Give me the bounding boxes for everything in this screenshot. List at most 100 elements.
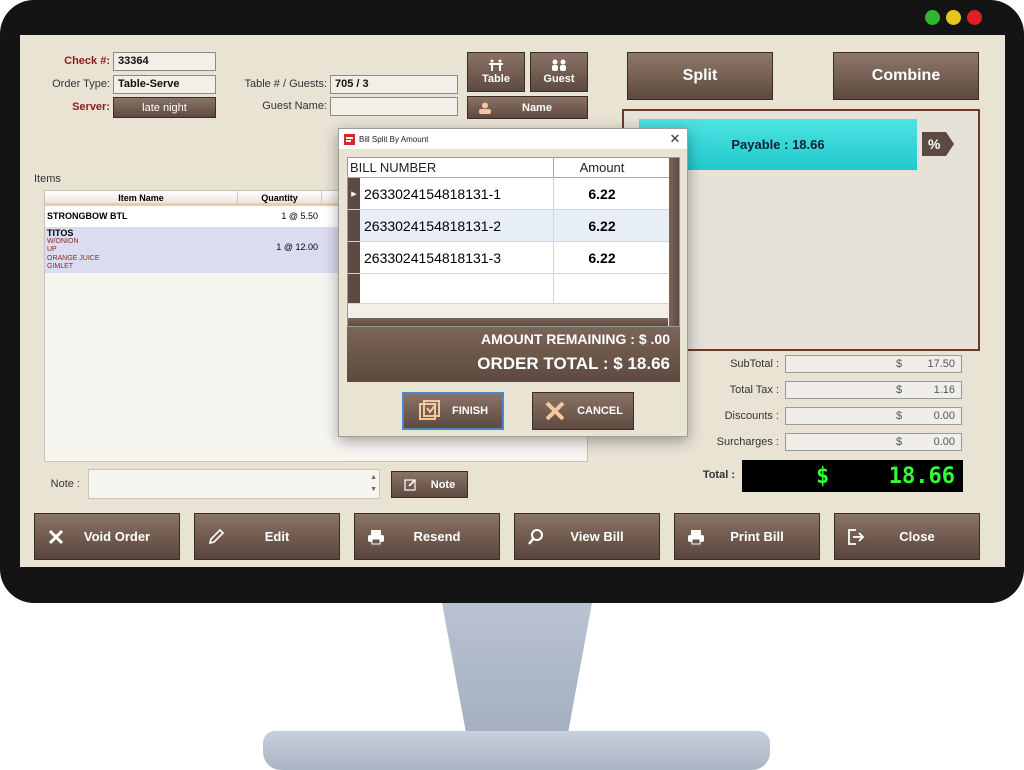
order-total: ORDER TOTAL : $ 18.66 <box>477 354 670 373</box>
view-bill-button[interactable]: View Bill <box>514 513 660 560</box>
surcharges-value: 0.00 <box>933 436 955 448</box>
checkbox-icon <box>418 399 442 423</box>
cancel-button[interactable]: CANCEL <box>532 392 634 430</box>
green-dot <box>925 10 940 25</box>
bill-number: 2633024154818131-2 <box>360 210 554 241</box>
note-button[interactable]: Note <box>391 471 468 498</box>
total-label: Total : <box>702 469 735 481</box>
app-icon <box>344 133 355 145</box>
order-type-label: Order Type: <box>52 78 110 90</box>
guest-button-label: Guest <box>543 73 575 85</box>
subtotal-field: $17.50 <box>785 355 962 373</box>
print-bill-label: Print Bill <box>730 529 784 544</box>
guest-name-field[interactable] <box>330 97 458 116</box>
item-name: STRONGBOW BTL <box>47 211 128 221</box>
desktop-stage: Check #: 33364 Order Type: Table-Serve S… <box>0 0 1024 770</box>
subtotal-label: SubTotal : <box>730 358 779 370</box>
row-selector <box>348 242 360 273</box>
currency-sign: $ <box>896 436 903 448</box>
bill-amount[interactable]: 6.22 <box>554 178 650 209</box>
check-field: 33364 <box>113 52 216 71</box>
split-button[interactable]: Split <box>627 52 773 100</box>
server-button[interactable]: late night <box>113 97 216 118</box>
tax-field: $1.16 <box>785 381 962 399</box>
grid-hscrollbar[interactable] <box>348 318 668 326</box>
edit-button[interactable]: Edit <box>194 513 340 560</box>
grid-header: BILL NUMBER Amount <box>348 158 679 178</box>
item-qty: 1 @ 12.00 <box>276 242 318 252</box>
cancel-label: CANCEL <box>577 405 623 417</box>
col-item-name: Item Name <box>45 191 238 203</box>
x-icon <box>47 528 65 546</box>
item-qty: 1 @ 5.50 <box>281 211 318 221</box>
window-dots <box>925 10 982 25</box>
note-button-label: Note <box>430 478 456 491</box>
bill-row[interactable]: 2633024154818131-3 6.22 <box>348 242 679 274</box>
note-input[interactable]: ▲ ▼ <box>88 469 380 499</box>
percent-icon: % <box>928 136 941 152</box>
note-edit-icon <box>404 478 417 491</box>
bill-amount[interactable]: 6.22 <box>554 210 650 241</box>
print-bill-button[interactable]: Print Bill <box>674 513 820 560</box>
bill-amount[interactable]: 6.22 <box>554 242 650 273</box>
note-label: Note : <box>50 478 80 490</box>
col-amount: Amount <box>579 160 625 175</box>
check-label: Check #: <box>64 55 110 67</box>
bill-row[interactable]: ▶ 2633024154818131-1 6.22 <box>348 178 679 210</box>
col-quantity: Quantity <box>238 191 322 203</box>
guest-name-label: Guest Name: <box>262 100 327 112</box>
bill-split-dialog: Bill Split By Amount ✕ BILL NUMBER Amoun… <box>338 128 688 437</box>
currency-sign: $ <box>896 410 903 422</box>
name-button[interactable]: Name <box>467 96 588 119</box>
view-bill-label: View Bill <box>570 529 624 544</box>
dialog-titlebar: Bill Split By Amount ✕ <box>339 129 687 149</box>
table-button[interactable]: Table <box>467 52 525 92</box>
currency-sign: $ <box>896 358 903 370</box>
note-scroll-arrows[interactable]: ▲ ▼ <box>370 472 377 496</box>
empty-row <box>348 274 679 304</box>
grid-scrollbar[interactable] <box>669 158 679 326</box>
item-modifier: UP <box>47 246 57 253</box>
col-bill-number: BILL NUMBER <box>348 158 554 177</box>
subtotal-value: 17.50 <box>927 358 955 370</box>
order-type-field: Table-Serve <box>113 75 216 94</box>
row-selector <box>348 274 360 303</box>
tax-row: Total Tax : $1.16 <box>685 381 962 399</box>
surcharges-label: Surcharges : <box>716 436 779 448</box>
bill-row[interactable]: 2633024154818131-2 6.22 <box>348 210 679 242</box>
red-dot <box>967 10 982 25</box>
resend-button[interactable]: Resend <box>354 513 500 560</box>
discount-tag-button[interactable]: % <box>922 132 954 156</box>
bill-number: 2633024154818131-1 <box>360 178 554 209</box>
item-modifier: W/ONION <box>47 237 79 245</box>
surcharges-field: $0.00 <box>785 433 962 451</box>
surcharges-row: Surcharges : $0.00 <box>685 433 962 451</box>
dialog-close-icon[interactable]: ✕ <box>663 131 687 147</box>
pencil-icon <box>207 528 225 546</box>
void-order-label: Void Order <box>83 529 151 544</box>
row-selector <box>348 210 360 241</box>
finish-button[interactable]: FINISH <box>402 392 504 430</box>
close-button[interactable]: Close <box>834 513 980 560</box>
guest-button[interactable]: Guest <box>530 52 588 92</box>
table-guests-label: Table # / Guests: <box>244 78 327 90</box>
monitor-stand-base <box>263 731 770 770</box>
table-button-label: Table <box>482 73 510 85</box>
monitor-stand-neck <box>442 603 592 733</box>
amount-remaining: AMOUNT REMAINING : $ .00 <box>480 331 670 347</box>
void-order-button[interactable]: Void Order <box>34 513 180 560</box>
bill-grid: BILL NUMBER Amount ▶ 2633024154818131-1 … <box>347 157 680 327</box>
tax-value: 1.16 <box>933 384 955 396</box>
bill-number: 2633024154818131-3 <box>360 242 554 273</box>
summary-panel: AMOUNT REMAINING : $ .00 ORDER TOTAL : $… <box>347 327 680 382</box>
dialog-title: Bill Split By Amount <box>359 134 429 144</box>
table-guests-field[interactable]: 705 / 3 <box>330 75 458 94</box>
server-label: Server: <box>72 101 110 113</box>
item-modifier: ORANGE JUICE <box>47 254 100 262</box>
total-value: 18.66 <box>888 463 955 489</box>
person-icon <box>478 102 492 114</box>
item-name-block: TITOS W/ONION UP ORANGE JUICE GIMLET <box>45 228 238 273</box>
combine-button[interactable]: Combine <box>833 52 979 100</box>
discounts-label: Discounts : <box>724 410 779 422</box>
cancel-x-icon <box>543 399 567 423</box>
